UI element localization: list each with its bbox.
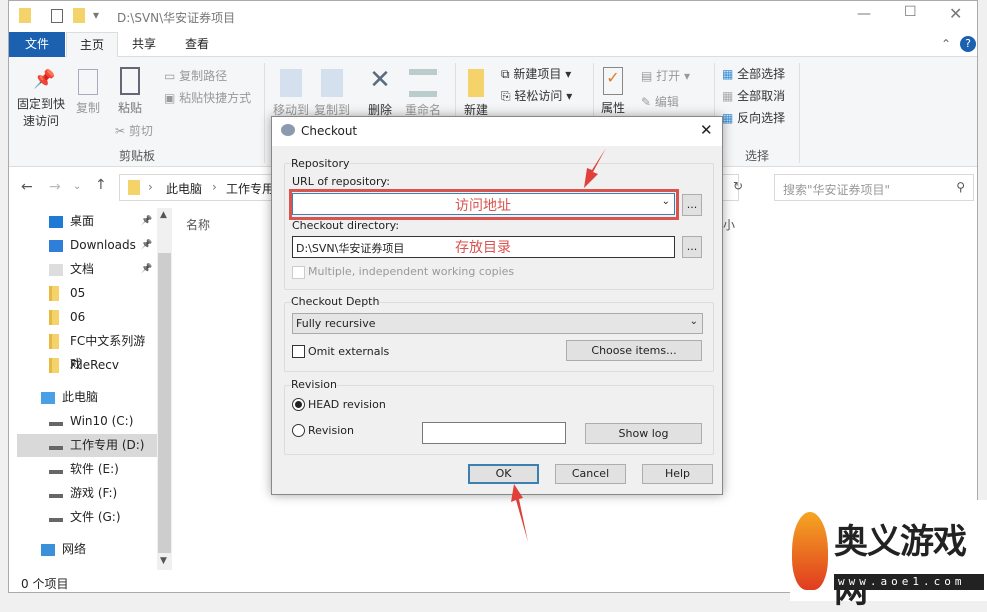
watermark-url: www.aoe1.com (834, 574, 984, 590)
arrow-to-ok (511, 484, 528, 542)
arrow-to-url (584, 148, 606, 188)
watermark-logo: 奥义游戏网 www.aoe1.com (790, 500, 987, 611)
phoenix-logo-icon (792, 512, 828, 590)
watermark-name: 奥义游戏网 (834, 522, 967, 611)
